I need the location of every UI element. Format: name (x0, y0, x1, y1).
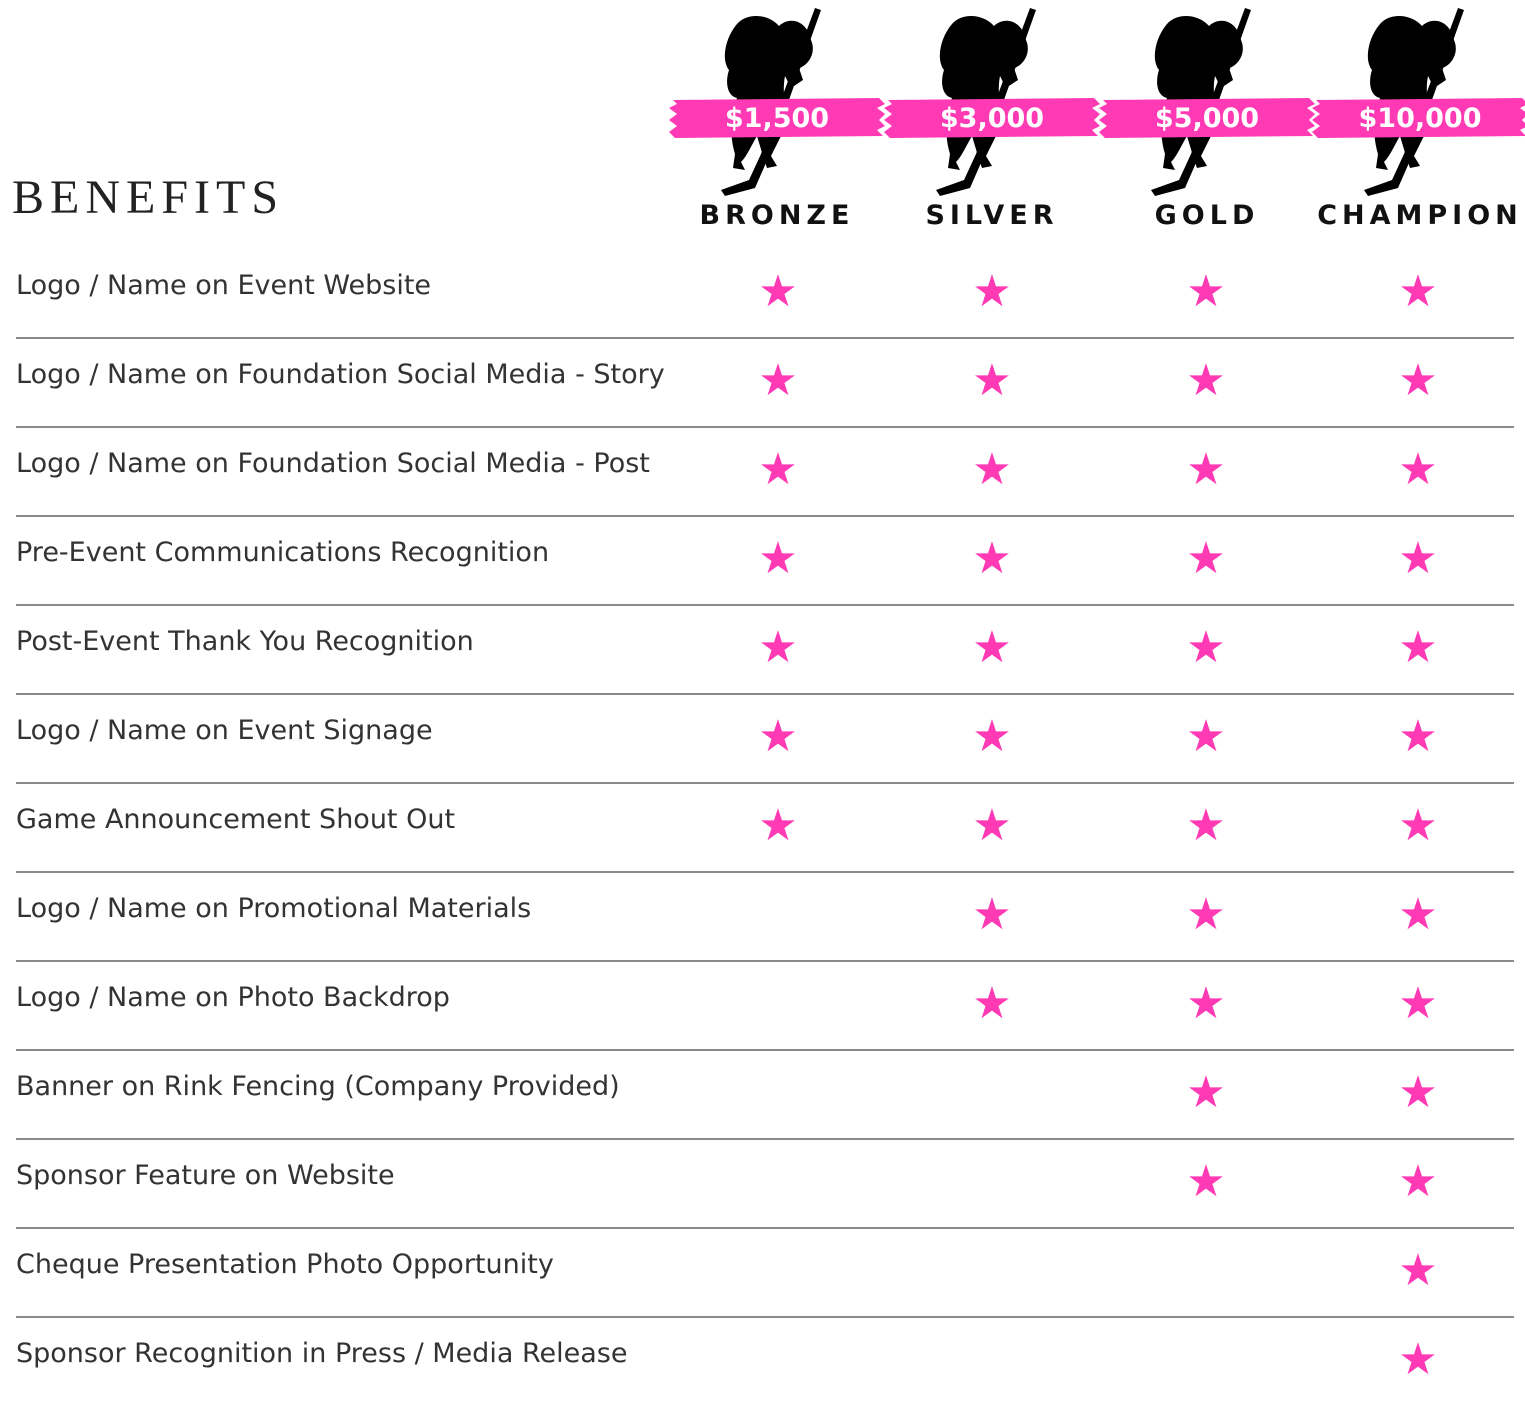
star-icon: ★ (1398, 1068, 1438, 1117)
benefit-row: Pre-Event Communications Recognition ★ ★ ★ ★ (16, 517, 1514, 606)
benefit-label: Pre-Event Communications Recognition (16, 537, 550, 568)
benefit-label: Logo / Name on Event Website (16, 270, 432, 301)
star-icon: ★ (1186, 890, 1226, 939)
benefit-row: Sponsor Recognition in Press / Media Rel… (16, 1318, 1514, 1405)
star-icon: ★ (758, 534, 798, 583)
tier-price: $5,000 (1154, 102, 1260, 134)
star-icon: ★ (972, 267, 1012, 316)
tier-gold: $5,000 GOLD (1097, 0, 1317, 240)
tier-silver: $3,000 SILVER (882, 0, 1102, 240)
star-icon: ★ (1186, 623, 1226, 672)
benefit-row: Game Announcement Shout Out ★ ★ ★ ★ (16, 784, 1514, 873)
star-icon: ★ (1398, 1157, 1438, 1206)
benefit-row: Logo / Name on Photo Backdrop ★ ★ ★ (16, 962, 1514, 1051)
benefit-row: Logo / Name on Foundation Social Media -… (16, 428, 1514, 517)
star-icon: ★ (1186, 801, 1226, 850)
star-icon: ★ (1398, 890, 1438, 939)
star-icon: ★ (758, 712, 798, 761)
benefit-label: Sponsor Recognition in Press / Media Rel… (16, 1338, 628, 1369)
benefit-label: Banner on Rink Fencing (Company Provided… (16, 1071, 620, 1102)
benefit-label: Logo / Name on Photo Backdrop (16, 982, 450, 1013)
benefit-row: Sponsor Feature on Website ★ ★ (16, 1140, 1514, 1229)
benefit-label: Logo / Name on Promotional Materials (16, 893, 532, 924)
benefits-title: BENEFITS (12, 171, 285, 224)
tier-name: SILVER (925, 200, 1059, 231)
price-tag: $10,000 (1310, 96, 1525, 140)
price-tag: $1,500 (667, 96, 887, 140)
star-icon: ★ (972, 801, 1012, 850)
star-icon: ★ (1398, 534, 1438, 583)
benefits-table: Logo / Name on Event Website ★ ★ ★ ★ Logo / N… (16, 250, 1514, 1405)
benefit-label: Cheque Presentation Photo Opportunity (16, 1249, 554, 1280)
star-icon: ★ (972, 712, 1012, 761)
benefit-label: Logo / Name on Event Signage (16, 715, 433, 746)
star-icon: ★ (758, 267, 798, 316)
star-icon: ★ (1398, 356, 1438, 405)
star-icon: ★ (1186, 534, 1226, 583)
star-icon: ★ (1398, 623, 1438, 672)
star-icon: ★ (1186, 979, 1226, 1028)
benefit-label: Game Announcement Shout Out (16, 804, 456, 835)
benefit-label: Post-Event Thank You Recognition (16, 626, 474, 657)
star-icon: ★ (1398, 267, 1438, 316)
benefit-label: Logo / Name on Foundation Social Media -… (16, 448, 650, 479)
benefit-row: Logo / Name on Promotional Materials ★ ★ ★ (16, 873, 1514, 962)
star-icon: ★ (1186, 267, 1226, 316)
tier-name: CHAMPION (1317, 200, 1523, 231)
tier-champion: $10,000 CHAMPION (1310, 0, 1525, 240)
star-icon: ★ (972, 445, 1012, 494)
star-icon: ★ (1398, 801, 1438, 850)
star-icon: ★ (1398, 1335, 1438, 1384)
tier-price: $3,000 (939, 102, 1045, 134)
star-icon: ★ (1186, 712, 1226, 761)
star-icon: ★ (758, 623, 798, 672)
tier-name: BRONZE (699, 200, 855, 231)
benefit-row: Banner on Rink Fencing (Company Provided… (16, 1051, 1514, 1140)
benefit-row: Logo / Name on Event Website ★ ★ ★ ★ (16, 250, 1514, 339)
benefit-row: Logo / Name on Event Signage ★ ★ ★ ★ (16, 695, 1514, 784)
star-icon: ★ (1186, 1157, 1226, 1206)
star-icon: ★ (1186, 445, 1226, 494)
benefit-label: Logo / Name on Foundation Social Media -… (16, 359, 665, 390)
benefit-row: Logo / Name on Foundation Social Media -… (16, 339, 1514, 428)
benefit-row: Cheque Presentation Photo Opportunity ★ (16, 1229, 1514, 1318)
tier-price: $10,000 (1358, 102, 1482, 134)
star-icon: ★ (758, 801, 798, 850)
tier-name: GOLD (1154, 200, 1260, 231)
star-icon: ★ (972, 623, 1012, 672)
star-icon: ★ (1186, 356, 1226, 405)
tier-price: $1,500 (724, 102, 830, 134)
star-icon: ★ (972, 356, 1012, 405)
star-icon: ★ (758, 356, 798, 405)
star-icon: ★ (972, 979, 1012, 1028)
star-icon: ★ (972, 890, 1012, 939)
star-icon: ★ (1398, 445, 1438, 494)
star-icon: ★ (1398, 712, 1438, 761)
benefit-row: Post-Event Thank You Recognition ★ ★ ★ ★ (16, 606, 1514, 695)
price-tag: $3,000 (882, 96, 1102, 140)
price-tag: $5,000 (1097, 96, 1317, 140)
star-icon: ★ (1186, 1068, 1226, 1117)
star-icon: ★ (1398, 1246, 1438, 1295)
star-icon: ★ (1398, 979, 1438, 1028)
star-icon: ★ (972, 534, 1012, 583)
tier-bronze: $1,500 BRONZE (667, 0, 887, 240)
star-icon: ★ (758, 445, 798, 494)
benefit-label: Sponsor Feature on Website (16, 1160, 395, 1191)
